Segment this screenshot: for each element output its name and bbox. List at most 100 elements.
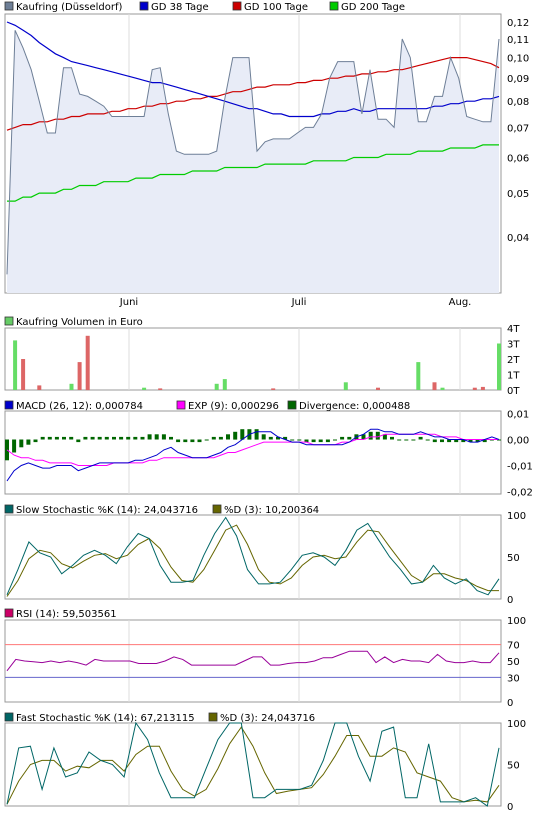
macd-divergence-bar (76, 439, 81, 443)
macd-divergence-bar (390, 436, 394, 440)
volume-bar (142, 387, 147, 390)
macd-divergence-bar (347, 436, 352, 440)
macd-divergence-bar (440, 439, 444, 443)
slowstoch-legend-swatch (4, 504, 14, 514)
volume-bar (416, 362, 421, 390)
rsi-y-tick-label: 50 (507, 657, 520, 668)
price-legend-label: Kaufring (Düsseldorf) (16, 2, 123, 13)
macd-divergence-bar (26, 439, 31, 445)
macd-divergence-bar (268, 436, 273, 440)
macd-divergence-bar (311, 439, 316, 443)
macd-legend-swatch (176, 400, 186, 410)
slowstoch-legend-label: Slow Stochastic %K (14): 24,043716 (16, 505, 198, 516)
volume-y-tick-label: 1T (507, 371, 520, 382)
macd-divergence-bar (411, 439, 416, 441)
faststoch-legend-swatch (208, 712, 218, 722)
volume-y-tick-label: 3T (507, 340, 520, 351)
macd-plot-frame (4, 410, 502, 495)
rsi-y-tick-label: 70 (507, 641, 520, 652)
macd-divergence-bar (432, 439, 437, 443)
volume-bar (271, 388, 276, 390)
price-legend-swatch (329, 1, 339, 11)
price-y-tick-label: 0,08 (507, 97, 529, 108)
faststoch-y-tick-label: 0 (507, 802, 513, 813)
faststoch-legend-swatch (4, 712, 14, 722)
macd-divergence-bar (54, 436, 59, 440)
macd-divergence-bar (397, 439, 402, 441)
macd-legend-label: Divergence: 0,000488 (299, 401, 410, 412)
macd-divergence-bar (112, 436, 116, 440)
macd-divergence-bar (133, 436, 138, 440)
price-y-tick-label: 0,10 (507, 54, 529, 65)
rsi-y-tick-label: 0 (507, 698, 513, 709)
volume-bar (85, 335, 90, 391)
faststoch-legend-label: Fast Stochastic %K (14): 67,213115 (16, 713, 195, 724)
macd-divergence-bar (19, 439, 24, 448)
macd-divergence-bar (418, 436, 423, 440)
price-legend-label: GD 38 Tage (151, 2, 209, 13)
chart-stage: Kaufring (Düsseldorf) GD 38 Tage GD 100 Ta… (0, 0, 545, 814)
volume-bar (440, 387, 445, 390)
macd-legend-label: MACD (26, 12): 0,000784 (16, 401, 143, 412)
macd-divergence-bar (40, 436, 45, 440)
price-legend-swatch (139, 1, 149, 11)
macd-divergence-bar (368, 431, 373, 440)
price-x-tick-label: Aug. (449, 297, 472, 308)
macd-divergence-bar (226, 434, 230, 440)
rsi-y-tick-label: 100 (507, 616, 526, 627)
slowstoch-legend-swatch (212, 504, 222, 514)
macd-divergence-bar (333, 439, 337, 441)
macd-divergence-bar (176, 439, 181, 443)
macd-y-tick-label: -0,01 (507, 461, 533, 472)
volume-bar (343, 382, 348, 391)
volume-y-tick-label: 4T (507, 324, 520, 335)
rsi-plot-frame (4, 619, 502, 703)
slowstoch-y-tick-label: 0 (507, 595, 513, 606)
macd-divergence-bar (425, 439, 430, 441)
macd-divergence-bar (190, 439, 195, 443)
volume-bar (497, 343, 501, 390)
macd-divergence-bar (97, 436, 102, 440)
volume-y-tick-label: 0T (507, 386, 520, 397)
macd-divergence-bar (340, 436, 345, 440)
macd-y-tick-label: -0,02 (507, 487, 533, 498)
macd-divergence-bar (297, 439, 302, 441)
price-legend-label: GD 100 Tage (244, 2, 308, 13)
macd-divergence-bar (140, 436, 145, 440)
slowstoch-y-tick-label: 100 (507, 511, 526, 522)
rsi-legend-label: RSI (14): 59,503561 (16, 609, 117, 620)
volume-legend-label: Kaufring Volumen in Euro (16, 317, 143, 328)
price-legend-label: GD 200 Tage (341, 2, 405, 13)
macd-divergence-bar (83, 436, 88, 440)
rsi-y-tick-label: 30 (507, 673, 520, 684)
volume-y-tick-label: 2T (507, 355, 520, 366)
macd-divergence-bar (197, 439, 202, 443)
macd-divergence-bar (90, 436, 95, 440)
volume-bar (69, 383, 74, 390)
macd-divergence-bar (104, 436, 109, 440)
volume-bar (472, 387, 477, 390)
faststoch-y-tick-label: 50 (507, 761, 520, 772)
macd-divergence-bar (119, 436, 124, 440)
macd-divergence-bar (126, 436, 131, 440)
macd-divergence-bar (318, 439, 323, 443)
macd-divergence-bar (33, 439, 38, 443)
macd-divergence-bar (47, 436, 52, 440)
macd-divergence-bar (254, 429, 259, 440)
macd-divergence-bar (204, 439, 209, 441)
price-y-tick-label: 0,12 (507, 18, 529, 29)
price-y-tick-label: 0,04 (507, 233, 529, 244)
price-y-tick-label: 0,09 (507, 74, 529, 85)
macd-divergence-bar (375, 431, 380, 440)
rsi-legend-swatch (4, 608, 14, 618)
macd-divergence-bar (169, 436, 173, 440)
price-y-tick-label: 0,05 (507, 189, 529, 200)
faststoch-plot-frame (4, 722, 502, 807)
macd-divergence-bar (233, 431, 238, 440)
volume-bar (21, 359, 26, 390)
faststoch-legend-label: %D (3): 24,043716 (220, 713, 315, 724)
volume-bar (432, 382, 437, 391)
price-y-tick-label: 0,11 (507, 35, 529, 46)
slowstoch-legend-label: %D (3): 10,200364 (224, 505, 319, 516)
macd-legend-swatch (4, 400, 14, 410)
